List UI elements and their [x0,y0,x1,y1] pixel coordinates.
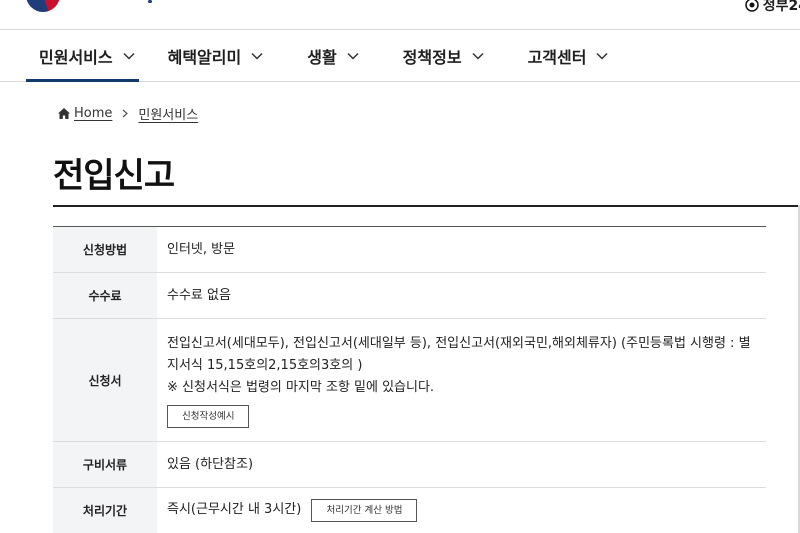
row-label-processing-time: 처리기간 [53,487,157,533]
row-value-fee: 수수료 없음 [157,272,766,319]
chevron-down-icon [251,52,263,60]
application-example-button[interactable]: 신청작성예시 [167,404,250,428]
chevron-down-icon [123,52,135,60]
row-value-application-method: 인터넷, 방문 [157,226,766,273]
row-value-required-documents: 있음 (하단참조) [157,441,766,488]
row-value-application-form: 전입신고서(세대모두), 전입신고서(세대일부 등), 전입신고서(재외국민,해… [157,318,766,442]
application-form-list: 전입신고서(세대모두), 전입신고서(세대일부 등), 전입신고서(재외국민,해… [167,335,751,373]
gov24-label: 정부24 [762,0,800,14]
table-row: 신청서 전입신고서(세대모두), 전입신고서(세대일부 등), 전입신고서(재외… [53,318,766,442]
nav-item-civil-services[interactable]: 민원서비스 [26,30,139,82]
top-bar: 정부24 [0,0,800,30]
nav-item-benefits[interactable]: 혜택알리미 [168,30,264,81]
nav-item-policy-info[interactable]: 정책정보 [403,30,484,81]
government-logo[interactable] [26,0,60,12]
nav-item-customer-center[interactable]: 고객센터 [528,30,609,81]
row-value-processing-time: 즉시(근무시간 내 3시간) 처리기간 계산 방법 [157,487,766,533]
breadcrumb: Home 민원서비스 [58,104,198,123]
nav-item-label: 정책정보 [402,47,462,67]
breadcrumb-current-link[interactable]: 민원서비스 [138,104,198,123]
table-row: 처리기간 즉시(근무시간 내 3시간) 처리기간 계산 방법 [53,487,766,533]
chevron-down-icon [596,52,608,60]
row-label-application-form: 신청서 [53,318,157,442]
nav-item-label: 민원서비스 [39,47,113,67]
table-row: 신청방법 인터넷, 방문 [53,226,766,273]
chevron-right-icon [122,109,129,118]
application-form-note: ※ 신청서식은 법령의 마지막 조항 밑에 있습니다. [167,379,435,395]
main-navigation: 민원서비스 혜택알리미 생활 정책정보 고객센터 [0,30,800,82]
table-row: 수수료 수수료 없음 [53,272,766,319]
service-info-table: 신청방법 인터넷, 방문 수수료 수수료 없음 신청서 전입신고서(세대모두),… [53,226,766,533]
nav-item-life[interactable]: 생활 [307,30,359,81]
processing-time-value: 즉시(근무시간 내 3시간) [167,502,302,517]
gov24-link[interactable]: 정부24 [745,0,800,15]
chevron-down-icon [472,52,484,60]
home-icon [58,108,70,119]
table-row: 구비서류 있음 (하단참조) [53,441,766,488]
row-label-required-documents: 구비서류 [53,441,157,488]
processing-time-calc-button[interactable]: 처리기간 계산 방법 [311,499,418,522]
logo-fragment [148,0,152,3]
title-divider [53,205,800,207]
nav-item-label: 생활 [307,47,337,67]
breadcrumb-home-link[interactable]: Home [74,106,112,121]
page-title: 전입신고 [53,156,175,196]
nav-item-label: 고객센터 [527,47,587,67]
nav-item-label: 혜택알리미 [167,47,242,67]
chevron-down-icon [347,52,359,60]
row-label-fee: 수수료 [53,272,157,319]
row-label-application-method: 신청방법 [53,226,157,273]
globe-icon [745,0,759,12]
